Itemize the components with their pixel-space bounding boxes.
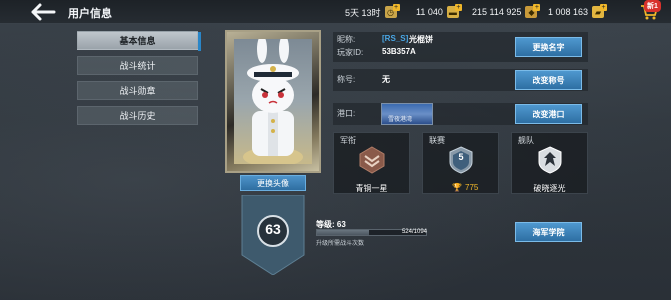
exp-progress-fill [317, 230, 370, 235]
timer-resource: 5天 13时 ◷ + [345, 3, 404, 20]
nickname-value: 光棍饼 [409, 35, 433, 44]
league-tier: 5 [458, 152, 464, 162]
avatar [234, 39, 312, 164]
plus-icon[interactable]: + [454, 3, 462, 11]
top-bar: 用户信息 5天 13时 ◷ + 11 040 ▬ + 215 114 925 ◆… [0, 0, 671, 24]
nickname-label: 昵称: [337, 35, 356, 44]
tab-basic-info[interactable]: 基本信息 [77, 31, 201, 51]
title-value: 无 [382, 75, 390, 84]
player-id-value: 53B357A [382, 47, 416, 56]
player-level: 63 [265, 221, 281, 237]
page-title: 用户信息 [68, 8, 112, 20]
cart-badge: 新1 [644, 0, 661, 12]
fleet-card-title: 舰队 [518, 136, 534, 145]
title-label: 称号: [337, 75, 356, 84]
change-port-button[interactable]: 改变港口 [515, 104, 582, 124]
plus-icon[interactable]: + [392, 3, 400, 11]
tab-battle-stats[interactable]: 战斗统计 [77, 56, 198, 75]
trophy-icon: 🏆 [452, 183, 462, 192]
rank-chevron-icon [359, 146, 385, 174]
port-image: 雪夜港湾 [381, 103, 433, 125]
rank-card[interactable]: 军衔 青铜一星 [333, 132, 410, 194]
exp-hint: 升级所需战斗次数 [316, 241, 365, 247]
league-card[interactable]: 联赛 5 🏆 775 [422, 132, 499, 194]
plus-icon[interactable]: + [600, 3, 608, 11]
back-arrow-icon[interactable] [30, 2, 56, 22]
port-name: 雪夜港湾 [388, 117, 413, 123]
fleet-card[interactable]: 舰队 破晓逐光 [511, 132, 588, 194]
gold-resource: 1 008 163 ▰ + [548, 3, 611, 20]
coin-resource: 11 040 ▬ + [416, 3, 466, 20]
player-id-label: 玩家ID: [337, 48, 364, 57]
plus-icon[interactable]: + [533, 3, 541, 11]
league-card-title: 联赛 [429, 136, 445, 145]
change-avatar-button[interactable]: 更换头像 [240, 175, 306, 191]
coin-value: 11 040 [416, 7, 443, 17]
gold-value: 1 008 163 [548, 7, 589, 17]
exp-progress-text: 524/1094 [401, 229, 427, 235]
change-title-button[interactable]: 改变称号 [515, 70, 582, 90]
silver-value: 215 114 925 [472, 7, 522, 17]
silver-resource: 215 114 925 ◆ + [472, 3, 544, 20]
rank-value: 青铜一星 [355, 184, 388, 193]
tab-battle-history[interactable]: 战斗历史 [77, 106, 198, 125]
league-points: 775 [465, 183, 479, 192]
avatar-frame [225, 30, 321, 173]
tab-battle-medals[interactable]: 战斗勋章 [77, 81, 198, 100]
port-label: 港口: [337, 109, 356, 118]
fleet-emblem-icon [538, 146, 562, 174]
fleet-value: 破晓逐光 [533, 184, 566, 193]
rename-button[interactable]: 更换名字 [515, 37, 582, 57]
clan-tag: [RS_S] [382, 34, 409, 43]
naval-academy-button[interactable]: 海军学院 [515, 222, 582, 242]
rank-card-title: 军衔 [340, 136, 356, 145]
timer-value: 5天 13时 [345, 7, 381, 18]
